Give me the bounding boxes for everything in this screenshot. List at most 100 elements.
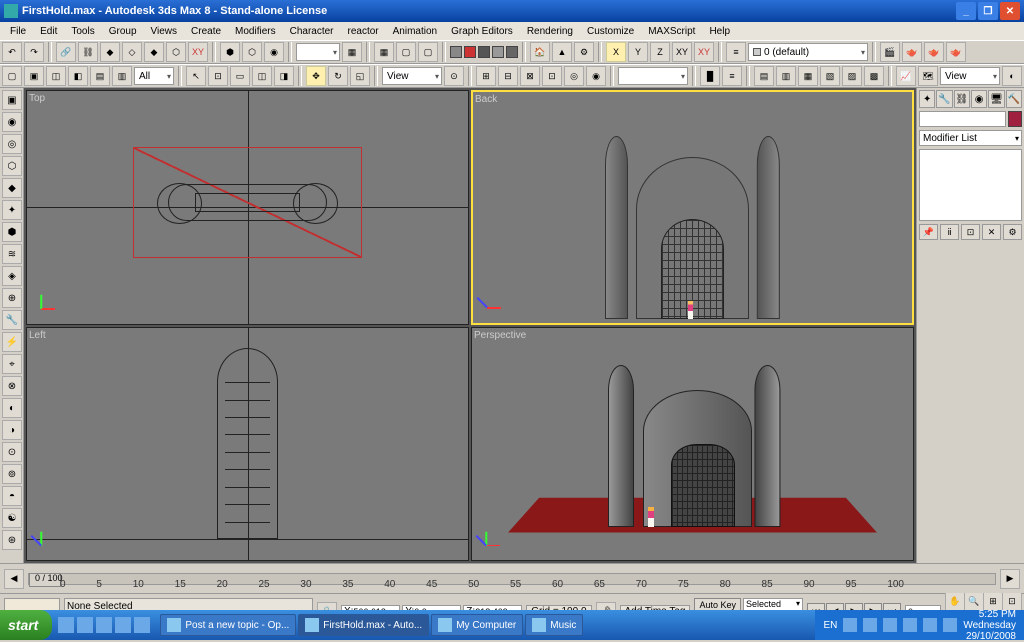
r-tool-4[interactable]: ⬡ — [2, 156, 22, 176]
tool-g[interactable]: ◉ — [264, 42, 284, 62]
sel-filter-f[interactable]: ▥ — [112, 66, 132, 86]
redo-button[interactable]: ↷ — [24, 42, 44, 62]
tab-hierarchy[interactable]: ⛓ — [954, 90, 970, 108]
tool-k[interactable]: ▢ — [418, 42, 438, 62]
tray-icon[interactable] — [903, 618, 917, 632]
viewport-left[interactable]: Left — [26, 327, 469, 562]
render-tool[interactable]: 🫖 — [924, 42, 944, 62]
tool-e[interactable]: ⬢ — [220, 42, 240, 62]
tray-icon[interactable] — [943, 618, 957, 632]
select-arrow[interactable]: ↖ — [186, 66, 206, 86]
time-prev[interactable]: ◀ — [4, 569, 24, 589]
tool-a[interactable]: ◇ — [122, 42, 142, 62]
select-rect[interactable]: ▭ — [230, 66, 250, 86]
axis-y[interactable]: Y — [628, 42, 648, 62]
stack-remove[interactable]: ✕ — [982, 224, 1001, 240]
sel-filter-a[interactable]: ▢ — [2, 66, 22, 86]
snap-d[interactable]: ⊡ — [542, 66, 562, 86]
r-tool-12[interactable]: ⚡ — [2, 332, 22, 352]
start-button[interactable]: start — [0, 610, 52, 640]
sel-filter-b[interactable]: ▣ — [24, 66, 44, 86]
menu-reactor[interactable]: reactor — [342, 25, 385, 38]
r-tool-19[interactable]: ◓ — [2, 486, 22, 506]
object-color-swatch[interactable] — [1008, 111, 1022, 127]
viewport-perspective[interactable]: Perspective — [471, 327, 914, 562]
namedsel-dropdown[interactable] — [618, 67, 688, 85]
minimize-button[interactable]: _ — [956, 2, 976, 20]
viewport-back[interactable]: Back — [471, 90, 914, 325]
nav-pan[interactable]: ✋ — [945, 591, 965, 611]
swatch-4[interactable] — [492, 46, 504, 58]
layers-b[interactable]: ▥ — [776, 66, 796, 86]
swatch-1[interactable] — [450, 46, 462, 58]
stack-config[interactable]: ⚙ — [1003, 224, 1022, 240]
layers-c[interactable]: ▦ — [798, 66, 818, 86]
layers-e[interactable]: ▨ — [842, 66, 862, 86]
render-last[interactable]: 🫖 — [946, 42, 966, 62]
tray-icon[interactable] — [863, 618, 877, 632]
view-dropdown[interactable]: View — [940, 67, 1000, 85]
swatch-5[interactable] — [506, 46, 518, 58]
link-button[interactable]: 🔗 — [56, 42, 76, 62]
close-button[interactable]: ✕ — [1000, 2, 1020, 20]
axis-x[interactable]: X — [606, 42, 626, 62]
tool-m[interactable]: ▲ — [552, 42, 572, 62]
refcoord-dropdown[interactable]: View — [382, 67, 442, 85]
r-tool-9[interactable]: ◈ — [2, 266, 22, 286]
snap-b[interactable]: ⊟ — [498, 66, 518, 86]
snap-c[interactable]: ⊠ — [520, 66, 540, 86]
r-tool-18[interactable]: ⊚ — [2, 464, 22, 484]
menu-group[interactable]: Group — [103, 25, 143, 38]
undo-button[interactable]: ↶ — [2, 42, 22, 62]
task-item[interactable]: My Computer — [431, 614, 523, 636]
menu-file[interactable]: File — [4, 25, 32, 38]
stack-pin[interactable]: 📌 — [919, 224, 938, 240]
select-name[interactable]: ⊡ — [208, 66, 228, 86]
select-window[interactable]: ◫ — [252, 66, 272, 86]
menu-help[interactable]: Help — [703, 25, 736, 38]
tool-c[interactable]: ⬡ — [166, 42, 186, 62]
r-tool-11[interactable]: 🔧 — [2, 310, 22, 330]
tab-utilities[interactable]: 🔨 — [1006, 90, 1022, 108]
ql-icon[interactable] — [77, 617, 93, 633]
r-tool-16[interactable]: ◑ — [2, 420, 22, 440]
render-setup[interactable]: 🎬 — [880, 42, 900, 62]
tool-i[interactable]: ▦ — [374, 42, 394, 62]
viewport-top[interactable]: Top — [26, 90, 469, 325]
menu-maxscript[interactable]: MAXScript — [642, 25, 701, 38]
r-tool-17[interactable]: ⊙ — [2, 442, 22, 462]
r-tool-21[interactable]: ⊛ — [2, 530, 22, 550]
material-ed[interactable]: ◐ — [1002, 66, 1022, 86]
ql-icon[interactable] — [115, 617, 131, 633]
layers-f[interactable]: ▩ — [864, 66, 884, 86]
axis-xy[interactable]: XY — [672, 42, 692, 62]
tab-motion[interactable]: ◉ — [971, 90, 987, 108]
layer-dropdown[interactable]: 0 (default) — [748, 43, 868, 61]
r-tool-14[interactable]: ⊗ — [2, 376, 22, 396]
r-tool-8[interactable]: ≋ — [2, 244, 22, 264]
rotate-tool[interactable]: ↻ — [328, 66, 348, 86]
tray-icon[interactable] — [883, 618, 897, 632]
scale-tool[interactable]: ◱ — [350, 66, 370, 86]
tool-f[interactable]: ⬡ — [242, 42, 262, 62]
tool-d[interactable]: XY — [188, 42, 208, 62]
snap-f[interactable]: ◉ — [586, 66, 606, 86]
time-next[interactable]: ▶ — [1000, 569, 1020, 589]
r-tool-2[interactable]: ◉ — [2, 112, 22, 132]
curve-ed[interactable]: 📈 — [896, 66, 916, 86]
bind-button[interactable]: ◆ — [100, 42, 120, 62]
menu-rendering[interactable]: Rendering — [521, 25, 579, 38]
clock[interactable]: 5:25 PM Wednesday 29/10/2008 — [963, 609, 1016, 642]
menu-tools[interactable]: Tools — [65, 25, 100, 38]
axis-z[interactable]: Z — [650, 42, 670, 62]
swatch-2[interactable] — [464, 46, 476, 58]
swatch-3[interactable] — [478, 46, 490, 58]
menu-edit[interactable]: Edit — [34, 25, 63, 38]
snap-e[interactable]: ◎ — [564, 66, 584, 86]
lang-indicator[interactable]: EN — [823, 620, 837, 631]
ql-icon[interactable] — [96, 617, 112, 633]
layers-d[interactable]: ▧ — [820, 66, 840, 86]
tool-j[interactable]: ▢ — [396, 42, 416, 62]
layers-a[interactable]: ▤ — [754, 66, 774, 86]
tray-icon[interactable] — [923, 618, 937, 632]
